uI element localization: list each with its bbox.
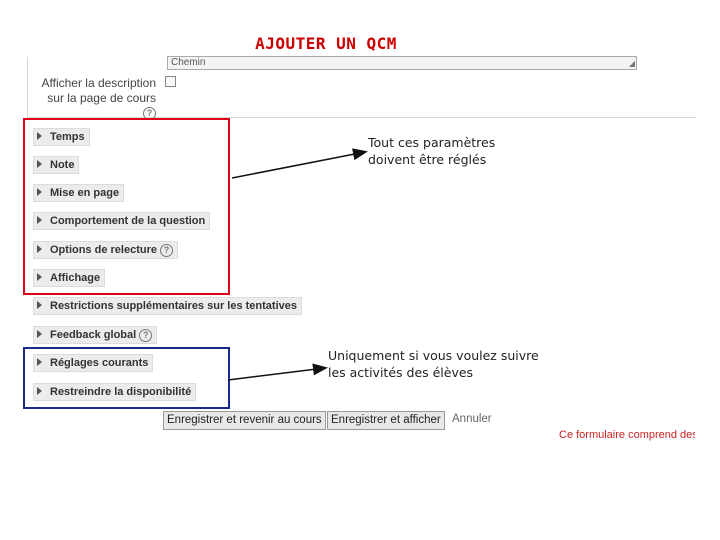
annotation-arrows <box>227 148 368 381</box>
red-arrow <box>231 148 368 179</box>
save-display-button[interactable]: Enregistrer et afficher <box>327 411 445 430</box>
save-return-button[interactable]: Enregistrer et revenir au cours <box>163 411 326 430</box>
required-fields-note: Ce formulaire comprend des champs requis… <box>559 429 695 441</box>
cancel-link[interactable]: Annuler <box>452 413 492 425</box>
blue-arrow <box>227 363 328 381</box>
